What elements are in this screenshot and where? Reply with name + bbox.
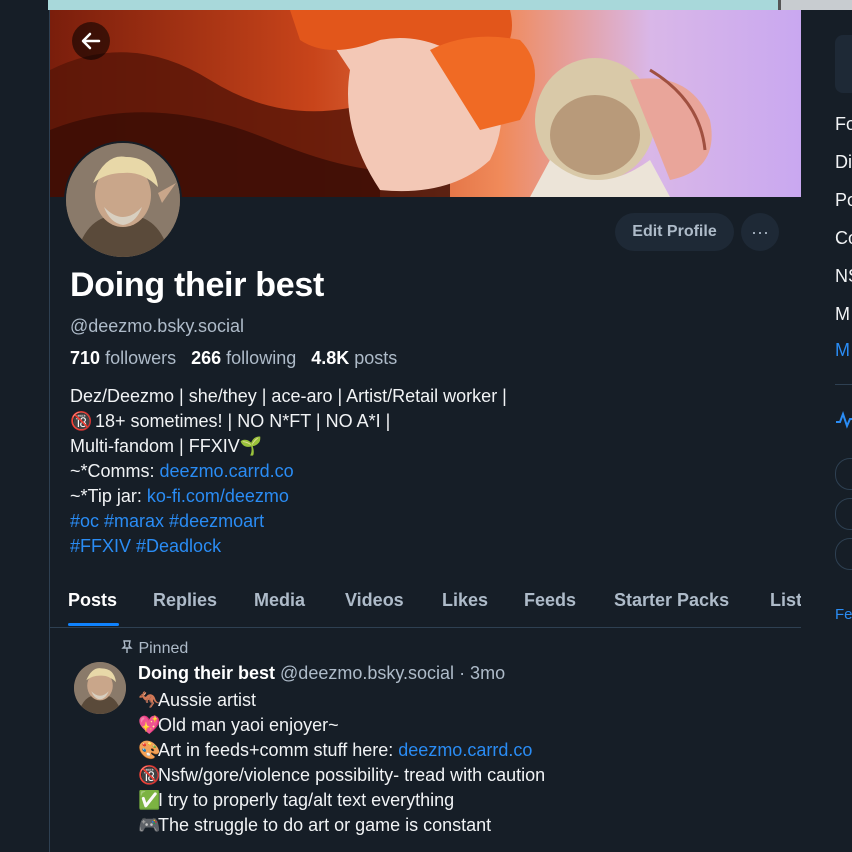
pinned-indicator: Pinned — [120, 640, 188, 658]
tab-likes[interactable]: Likes — [442, 590, 488, 611]
post-text: I try to properly tag/alt text everythin… — [158, 790, 455, 810]
profile-display-name: Doing their best — [70, 266, 324, 304]
hashtag-line[interactable]: #oc #marax #deezmoart — [70, 509, 507, 534]
edit-profile-button[interactable]: Edit Profile — [615, 213, 734, 251]
tab-posts[interactable]: Posts — [68, 590, 117, 611]
sidebar-item[interactable]: Fo — [835, 114, 852, 135]
following-link[interactable]: 266 following — [191, 348, 296, 368]
active-tab-indicator — [68, 623, 119, 626]
tab-media[interactable]: Media — [254, 590, 305, 611]
tab-lists[interactable]: Lists — [770, 590, 801, 611]
post-author-name[interactable]: Doing their best — [138, 663, 275, 683]
bio-line: ~*Tip jar: ko-fi.com/deezmo — [70, 484, 507, 509]
profile-column: Edit Profile ··· Doing their best @deezm… — [49, 10, 802, 852]
palette-icon: 🎨 — [138, 740, 161, 760]
back-arrow-icon — [81, 32, 101, 50]
trending-pill[interactable] — [835, 498, 852, 530]
bio-text: ~*Tip jar: — [70, 486, 147, 506]
profile-stats: 710 followers 266 following 4.8K posts — [70, 348, 397, 369]
sidebar-item[interactable]: Di — [835, 152, 852, 173]
sidebar-item[interactable]: NS — [835, 266, 852, 287]
sidebar-item[interactable]: M — [835, 304, 850, 325]
bio-text: ~*Comms: — [70, 461, 160, 481]
posts-label: posts — [354, 348, 398, 368]
sparkling-heart-icon: 💖 — [138, 715, 161, 735]
more-dots-icon: ··· — [751, 221, 769, 242]
post-line: 🔞Nsfw/gore/violence possibility- tread w… — [138, 763, 545, 788]
post-text: The struggle to do art or game is consta… — [158, 815, 492, 835]
pin-icon — [121, 640, 133, 653]
post-link[interactable]: deezmo.carrd.co — [398, 740, 532, 760]
sidebar-item[interactable]: Po — [835, 190, 852, 211]
tab-replies[interactable]: Replies — [153, 590, 217, 611]
search-input[interactable] — [835, 35, 852, 93]
no-under-18-icon: 🔞 — [138, 765, 161, 785]
post-text: Art in feeds+comm stuff here: — [158, 740, 399, 760]
bio-line: Dez/Deezmo | she/they | ace-aro | Artist… — [70, 386, 507, 406]
followers-count: 710 — [70, 348, 101, 368]
game-controller-icon: 🎮 — [138, 815, 161, 835]
tip-jar-link[interactable]: ko-fi.com/deezmo — [147, 486, 289, 506]
right-sidebar: Fo Di Po Co NS M M Fe — [801, 10, 852, 852]
sidebar-footer-link[interactable]: Fe — [835, 606, 852, 623]
bio-line: Multi-fandom | FFXIV🌱 — [70, 436, 263, 456]
profile-tabs: Posts Replies Media Videos Likes Feeds S… — [50, 584, 801, 628]
back-button[interactable] — [72, 22, 110, 60]
pinned-label: Pinned — [138, 640, 189, 657]
more-options-button[interactable]: ··· — [741, 213, 779, 251]
sidebar-item[interactable]: Co — [835, 228, 852, 249]
profile-handle: @deezmo.bsky.social — [70, 316, 245, 336]
post-text: Nsfw/gore/violence possibility- tread wi… — [158, 765, 546, 785]
hashtag-line[interactable]: #FFXIV #Deadlock — [70, 534, 507, 559]
bio-line: ~*Comms: deezmo.carrd.co — [70, 459, 507, 484]
trending-pill[interactable] — [835, 538, 852, 570]
top-strip-right — [778, 0, 852, 10]
post-text: Aussie artist — [158, 690, 257, 710]
bio-line: 🔞 18+ sometimes! | NO N*FT | NO A*I | — [70, 409, 507, 434]
tab-feeds[interactable]: Feeds — [524, 590, 576, 611]
posts-stat: 4.8K posts — [311, 348, 397, 368]
check-mark-icon: ✅ — [138, 790, 161, 810]
no-under-18-icon: 🔞 — [70, 411, 93, 431]
trending-pill[interactable] — [835, 458, 852, 490]
tabs-divider — [50, 627, 801, 628]
browser-top-strip — [0, 0, 852, 10]
tab-starter-packs[interactable]: Starter Packs — [614, 590, 729, 611]
post-line: ✅I try to properly tag/alt text everythi… — [138, 788, 545, 813]
post-timestamp[interactable]: · 3mo — [459, 663, 505, 683]
post-header: Doing their best @deezmo.bsky.social · 3… — [138, 663, 505, 684]
followers-label: followers — [105, 348, 177, 368]
following-label: following — [226, 348, 297, 368]
following-count: 266 — [191, 348, 222, 368]
post-body: 🦘Aussie artist 💖Old man yaoi enjoyer~ 🎨A… — [138, 688, 545, 838]
profile-avatar[interactable] — [64, 141, 182, 259]
top-strip-left — [0, 0, 48, 10]
post-author-avatar[interactable] — [74, 662, 126, 714]
kangaroo-icon: 🦘 — [138, 690, 161, 710]
sidebar-item-more[interactable]: M — [835, 340, 850, 361]
followers-link[interactable]: 710 followers — [70, 348, 176, 368]
post-avatar-image — [74, 662, 126, 714]
post-line: 🎮The struggle to do art or game is const… — [138, 813, 545, 838]
comms-link[interactable]: deezmo.carrd.co — [160, 461, 294, 481]
post-text: Old man yaoi enjoyer~ — [158, 715, 339, 735]
post-line: 💖Old man yaoi enjoyer~ — [138, 713, 545, 738]
trending-icon — [836, 411, 852, 429]
avatar-image — [66, 143, 180, 257]
tab-videos[interactable]: Videos — [345, 590, 404, 611]
profile-bio: Dez/Deezmo | she/they | ace-aro | Artist… — [70, 384, 507, 559]
bio-text: 18+ sometimes! | NO N*FT | NO A*I | — [90, 411, 391, 431]
post-author-handle[interactable]: @deezmo.bsky.social — [280, 663, 454, 683]
post-line: 🎨Art in feeds+comm stuff here: deezmo.ca… — [138, 738, 545, 763]
posts-count: 4.8K — [311, 348, 350, 368]
post-line: 🦘Aussie artist — [138, 688, 545, 713]
sidebar-divider — [835, 384, 852, 385]
